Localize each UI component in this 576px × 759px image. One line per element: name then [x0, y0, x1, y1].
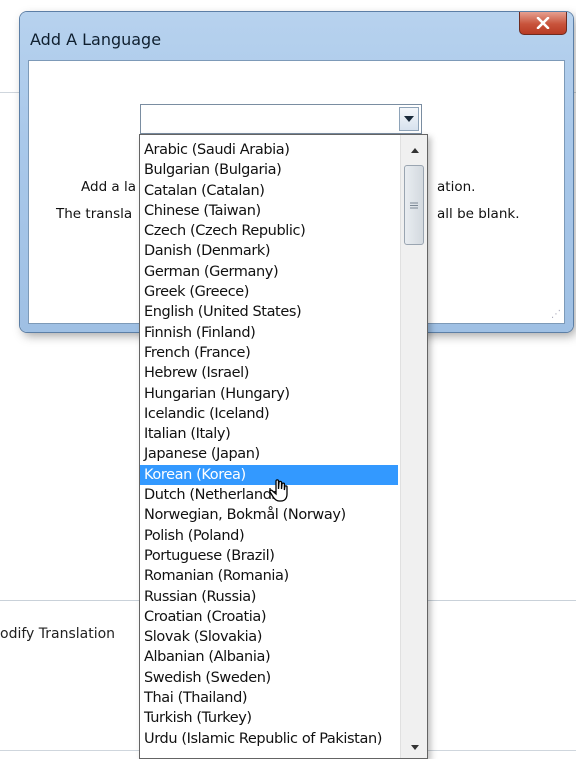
language-option[interactable]: Finnish (Finland) — [140, 323, 398, 343]
modify-translation-label[interactable]: odify Translation — [0, 626, 115, 642]
language-dropdown-list[interactable]: Arabic (Saudi Arabia) Bulgarian (Bulgaria… — [139, 134, 428, 759]
language-option[interactable]: Bulgarian (Bulgaria) — [140, 160, 398, 180]
scroll-thumb[interactable] — [404, 165, 424, 245]
combobox-dropdown-button[interactable] — [399, 107, 419, 131]
language-combobox[interactable] — [140, 104, 422, 134]
language-option[interactable]: Chinese (Taiwan) — [140, 201, 398, 221]
language-option[interactable]: Italian (Italy) — [140, 424, 398, 444]
message-line2-left: The transla — [56, 206, 133, 222]
language-option[interactable]: Danish (Denmark) — [140, 241, 398, 261]
close-button[interactable] — [519, 12, 567, 35]
grip-lines-icon — [410, 202, 418, 208]
close-icon — [536, 17, 550, 29]
language-option[interactable]: English (United States) — [140, 302, 398, 322]
language-option[interactable]: Arabic (Saudi Arabia) — [140, 140, 398, 160]
language-option[interactable]: French (France) — [140, 343, 398, 363]
language-option[interactable]: Portuguese (Brazil) — [140, 546, 398, 566]
language-option[interactable]: Catalan (Catalan) — [140, 181, 398, 201]
scroll-up-button[interactable] — [401, 141, 427, 159]
dropdown-scrollbar[interactable] — [400, 135, 427, 758]
language-option[interactable]: German (Germany) — [140, 262, 398, 282]
language-option[interactable]: Croatian (Croatia) — [140, 607, 398, 627]
dialog-title: Add A Language — [30, 30, 162, 49]
scroll-up-icon — [410, 147, 419, 153]
language-option[interactable]: Thai (Thailand) — [140, 688, 398, 708]
language-option[interactable]: Urdu (Islamic Republic of Pakistan) — [140, 729, 398, 749]
language-option[interactable]: Albanian (Albania) — [140, 647, 398, 667]
resize-grip[interactable]: ⋰ — [551, 309, 561, 320]
language-option[interactable]: Romanian (Romania) — [140, 566, 398, 586]
language-option[interactable]: Greek (Greece) — [140, 282, 398, 302]
language-option[interactable]: Slovak (Slovakia) — [140, 627, 398, 647]
message-line1-left: Add a la — [81, 179, 137, 195]
chevron-down-icon — [404, 116, 414, 122]
scroll-down-button[interactable] — [401, 738, 427, 756]
language-option[interactable]: Hungarian (Hungary) — [140, 384, 398, 404]
language-option[interactable]: Polish (Poland) — [140, 526, 398, 546]
language-option[interactable]: Icelandic (Iceland) — [140, 404, 398, 424]
message-line2-right: all be blank. — [437, 206, 520, 222]
language-option[interactable]: Hebrew (Israel) — [140, 363, 398, 383]
scroll-down-icon — [410, 744, 419, 750]
language-option[interactable]: Russian (Russia) — [140, 587, 398, 607]
language-options: Arabic (Saudi Arabia) Bulgarian (Bulgaria… — [140, 140, 398, 749]
language-option[interactable]: Czech (Czech Republic) — [140, 221, 398, 241]
language-option[interactable]: Swedish (Sweden) — [140, 668, 398, 688]
mouse-cursor-icon — [269, 479, 288, 502]
language-option[interactable]: Norwegian, Bokmål (Norway) — [140, 505, 398, 525]
language-option[interactable]: Turkish (Turkey) — [140, 708, 398, 728]
language-option[interactable]: Japanese (Japan) — [140, 444, 398, 464]
message-line1-right: ation. — [437, 179, 476, 195]
